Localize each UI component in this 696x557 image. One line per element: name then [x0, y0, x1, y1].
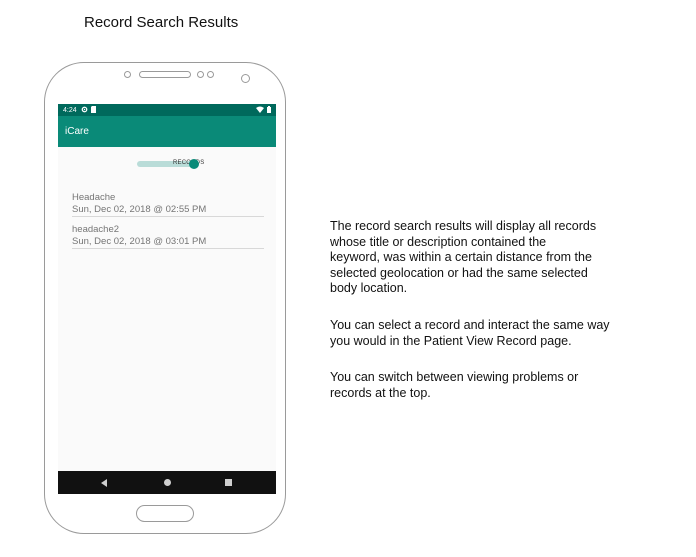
front-camera: [241, 74, 250, 83]
android-nav-bar: [58, 471, 276, 494]
app-title: iCare: [65, 126, 89, 137]
app-bar: iCare: [58, 116, 276, 147]
description-line: You can switch between viewing problems …: [330, 370, 579, 384]
sd-card-icon: [90, 105, 97, 115]
description-line: selected geolocation or had the same sel…: [330, 265, 588, 280]
description-line: records at the top.: [330, 385, 431, 400]
gear-icon: [81, 106, 88, 115]
sensor-dot: [197, 71, 204, 78]
sensor-dot: [207, 71, 214, 78]
description-paragraph-2: You can select a record and interact the…: [330, 318, 670, 349]
record-title: Headache: [72, 192, 116, 203]
description-line: keyword, was within a certain distance f…: [330, 250, 592, 264]
list-item-record[interactable]: headache2 Sun, Dec 02, 2018 @ 03:01 PM: [72, 224, 264, 249]
description-line: body location.: [330, 281, 408, 295]
description-paragraph-3: You can switch between viewing problems …: [330, 370, 670, 401]
toggle-thumb[interactable]: [189, 159, 199, 169]
problems-records-toggle[interactable]: RECORDS: [137, 159, 207, 169]
record-date: Sun, Dec 02, 2018 @ 03:01 PM: [72, 235, 207, 247]
hardware-home-button: [136, 505, 194, 522]
record-title: headache2: [72, 224, 120, 235]
nav-back-icon[interactable]: [101, 479, 107, 487]
status-time: 4:24: [63, 106, 77, 114]
description-line: you would in the Patient View Record pag…: [330, 333, 572, 348]
record-date: Sun, Dec 02, 2018 @ 02:55 PM: [72, 203, 207, 215]
page-title: Record Search Results: [84, 14, 239, 31]
phone-frame: 4:24 iCare RECORDS: [44, 62, 286, 534]
description-line: whose title or description contained the: [330, 234, 547, 249]
description-paragraph-1: The record search results will display a…: [330, 219, 670, 297]
nav-home-icon[interactable]: [164, 479, 171, 486]
list-item-record[interactable]: Headache Sun, Dec 02, 2018 @ 02:55 PM: [72, 192, 264, 217]
phone-screen: 4:24 iCare RECORDS: [58, 104, 276, 494]
sensor-dot: [124, 71, 131, 78]
status-bar: 4:24: [58, 104, 276, 116]
nav-recents-icon[interactable]: [225, 479, 232, 486]
description-line: You can select a record and interact the…: [330, 318, 610, 332]
description-line: The record search results will display a…: [330, 219, 597, 233]
wifi-icon: [256, 106, 264, 115]
speaker-grille: [139, 71, 191, 78]
battery-icon: [267, 105, 271, 115]
